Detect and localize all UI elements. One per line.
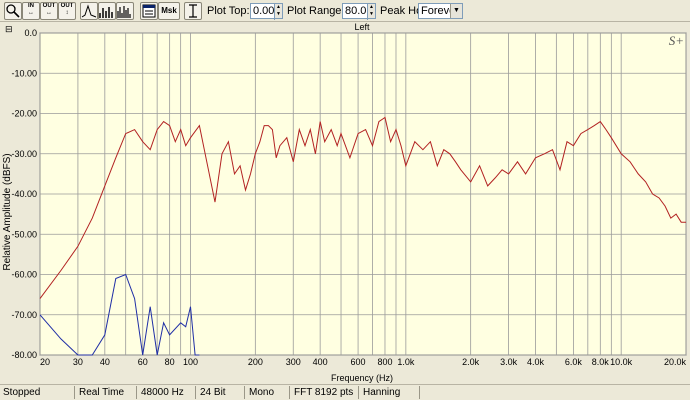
- plot-top-value: 0.00: [253, 5, 275, 17]
- plot-range-value: 80.0: [345, 5, 367, 17]
- zoom-out-label: OUT: [42, 3, 56, 9]
- y-tick-label: -30.00: [11, 149, 37, 159]
- zoom-out-glyph: ↔: [46, 10, 52, 16]
- zoom-out-vertical-button[interactable]: OUT ↕: [58, 2, 76, 20]
- x-tick-label: 2.0k: [462, 357, 480, 367]
- x-tick-label: 400: [313, 357, 328, 367]
- y-tick-label: -80.00: [11, 350, 37, 360]
- y-axis-label: Relative Amplitude (dBFS): [2, 153, 13, 270]
- spectrum-icon-2: [117, 6, 131, 18]
- plot-top-label: Plot Top:: [207, 5, 250, 17]
- spectrum-icon-1: [99, 7, 113, 18]
- y-tick-label: -20.00: [11, 109, 37, 119]
- peak-icon: [81, 4, 97, 18]
- zoom-out-vertical-glyph: ↕: [65, 10, 69, 16]
- magnifier-icon: [6, 4, 20, 18]
- y-tick-label: -60.00: [11, 270, 37, 280]
- x-tick-label: 80: [165, 357, 175, 367]
- spectrum-plot[interactable]: 0.0 -10.00 -20.00 -30.00 -40.00 -50.00 -60.00 -…: [0, 22, 690, 384]
- y-tick-label: -70.00: [11, 310, 37, 320]
- y-tick-label: -40.00: [11, 189, 37, 199]
- status-rate: 48000 Hz: [138, 386, 196, 399]
- chevron-down-icon[interactable]: ▼: [450, 4, 462, 18]
- x-tick-label: 6.0k: [565, 357, 583, 367]
- x-tick-label: 200: [248, 357, 263, 367]
- x-tick-label: 10.0k: [610, 357, 633, 367]
- zoom-in-glyph: ↔: [28, 10, 34, 16]
- status-channels: Mono: [246, 386, 290, 399]
- x-tick-label: 20.0k: [664, 357, 687, 367]
- plot-range-spinner[interactable]: ▲ ▼: [367, 4, 375, 20]
- spectrum-button-2[interactable]: [116, 2, 134, 20]
- zoom-in-button[interactable]: IN ↔: [22, 2, 40, 20]
- window-icon: [142, 4, 156, 18]
- x-tick-label: 60: [138, 357, 148, 367]
- watermark-logo: S+: [669, 33, 684, 48]
- peak-button[interactable]: [80, 2, 98, 20]
- x-tick-label: 300: [286, 357, 301, 367]
- x-tick-label: 40: [100, 357, 110, 367]
- status-bar: Stopped Real Time 48000 Hz 24 Bit Mono F…: [0, 384, 690, 400]
- plot-top-spinner[interactable]: ▲ ▼: [274, 4, 282, 20]
- plot-range-label: Plot Range:: [287, 5, 345, 17]
- x-tick-label: 3.0k: [500, 357, 518, 367]
- x-tick-label: 8.0k: [592, 357, 610, 367]
- x-tick-label: 800: [377, 357, 392, 367]
- x-tick-label: 1.0k: [397, 357, 415, 367]
- y-tick-label: -50.00: [11, 229, 37, 239]
- collapse-icon[interactable]: ⊟: [5, 24, 13, 34]
- cursor-button[interactable]: [184, 2, 202, 20]
- x-tick-label: 4.0k: [527, 357, 545, 367]
- status-mode: Real Time: [76, 386, 137, 399]
- spectrum-button-1[interactable]: [98, 2, 116, 20]
- zoom-out-vertical-label: OUT: [60, 3, 74, 9]
- x-tick-label: 600: [351, 357, 366, 367]
- spectrum-plot-panel: 0.0 -10.00 -20.00 -30.00 -40.00 -50.00 -60.00 -…: [0, 22, 690, 384]
- mask-button[interactable]: Msk: [158, 2, 180, 20]
- window-button[interactable]: [140, 2, 158, 20]
- plot-top-input[interactable]: 0.00 ▲ ▼: [250, 3, 283, 20]
- status-window: Hanning: [360, 386, 420, 399]
- status-state: Stopped: [0, 386, 75, 399]
- mask-label: Msk: [161, 6, 177, 15]
- zoom-out-button[interactable]: OUT ↔: [40, 2, 58, 20]
- status-fft: FFT 8192 pts: [291, 386, 359, 399]
- cursor-icon: [189, 4, 197, 18]
- status-bits: 24 Bit: [197, 386, 245, 399]
- channel-title: Left: [354, 22, 370, 32]
- x-axis-label: Frequency (Hz): [331, 373, 393, 383]
- peak-hold-select[interactable]: Forever ▼: [418, 3, 463, 19]
- x-tick-label: 100: [183, 357, 198, 367]
- gen-zoom-button[interactable]: [4, 2, 22, 20]
- x-tick-label: 30: [73, 357, 83, 367]
- y-tick-label: 0.0: [24, 28, 37, 38]
- toolbar: IN ↔ OUT ↔ OUT ↕ Msk Plot Top: 0.00 ▲ ▼ …: [0, 0, 690, 22]
- zoom-in-label: IN: [28, 3, 34, 9]
- x-tick-label: 20: [40, 357, 50, 367]
- plot-range-input[interactable]: 80.0 ▲ ▼: [342, 3, 376, 20]
- y-tick-label: -10.00: [11, 68, 37, 78]
